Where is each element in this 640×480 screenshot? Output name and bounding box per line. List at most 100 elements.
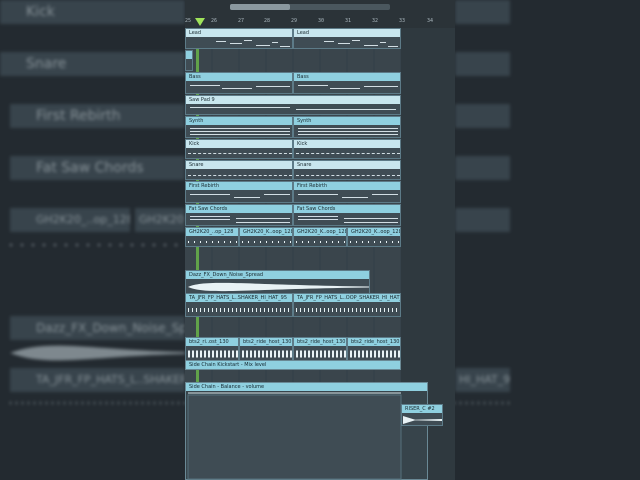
clip-label: bts2_ride_host_130 xyxy=(348,338,400,346)
bar-number: 34 xyxy=(427,18,434,24)
bar-number: 27 xyxy=(238,18,245,24)
waveform xyxy=(296,241,346,243)
bg-track-right-1 xyxy=(455,0,510,24)
clip-label: GH2K20_K..oop_128 xyxy=(348,228,400,236)
clip-label: GH2K20_..op_128 xyxy=(186,228,238,236)
clip-kick-1[interactable]: Kick xyxy=(185,139,293,159)
clip-label: GH2K20_K..oop_128 xyxy=(240,228,292,236)
clip-label: Kick xyxy=(186,140,292,148)
clip-label: Fat Saw Chords xyxy=(186,205,292,213)
bg-track-right-5 xyxy=(455,208,510,232)
clip-gh2k20-4[interactable]: GH2K20_K..oop_128 xyxy=(347,227,401,247)
clip-label: Side Chain Kickstart - Mix level xyxy=(186,361,400,369)
bar-number: 33 xyxy=(399,18,406,24)
waveform xyxy=(188,282,369,292)
playlist-panel[interactable]: 25 26 27 28 29 30 31 32 33 34 Lead Lead … xyxy=(185,0,455,480)
clip-label: Lead xyxy=(294,29,400,37)
clip-first-rebirth-2[interactable]: First Rebirth xyxy=(293,181,401,203)
waveform xyxy=(296,308,400,312)
bg-track-gh2k20-b: GH2K20_..op_128 xyxy=(135,208,185,232)
waveform xyxy=(188,350,238,358)
clip-kick-2[interactable]: Kick xyxy=(293,139,401,159)
clip-snare-2[interactable]: Snare xyxy=(293,160,401,180)
bg-track-right-4 xyxy=(455,156,510,180)
playhead-marker[interactable] xyxy=(195,18,205,26)
clip-ride-4[interactable]: bts2_ride_host_130 xyxy=(347,337,401,361)
bar-number: 29 xyxy=(291,18,298,24)
clip-label: Lead xyxy=(186,29,292,37)
clip-label: TA_JFR_FP_HATS_L..SHAKER_HI_HAT_95 xyxy=(186,294,292,302)
bar-number: 25 xyxy=(185,18,192,24)
clip-label: First Rebirth xyxy=(186,182,292,190)
waveform xyxy=(296,350,346,358)
clip-label: RISER_C #2 xyxy=(402,405,442,413)
waveform xyxy=(188,308,292,312)
bg-track-hats: TA_JFR_FP_HATS_L..SHAKER xyxy=(10,368,185,392)
bg-track-kick: Kick xyxy=(0,0,185,24)
clip-gh2k20-2[interactable]: GH2K20_K..oop_128 xyxy=(239,227,293,247)
clip-label: First Rebirth xyxy=(294,182,400,190)
timeline-ruler[interactable]: 25 26 27 28 29 30 31 32 33 34 xyxy=(185,0,455,29)
automation-clip-mix-level[interactable]: Side Chain Kickstart - Mix level xyxy=(185,360,401,370)
clip-label: TA_JFR_FP_HATS_L..OOP_SHAKER_HI_HAT_95 xyxy=(294,294,400,302)
bg-track-first-rebirth: First Rebirth xyxy=(10,104,185,128)
clip-bass-2[interactable]: Bass xyxy=(293,72,401,94)
clip-synth-2[interactable]: Synth xyxy=(293,116,401,138)
clip-lead-1[interactable]: Lead xyxy=(185,28,293,49)
clip-fat-saw-1[interactable]: Fat Saw Chords xyxy=(185,204,293,226)
waveform xyxy=(242,241,292,243)
waveform xyxy=(403,416,442,424)
automation-clip-balance[interactable]: Side Chain - Balance - volume xyxy=(185,382,428,480)
bar-number: 28 xyxy=(264,18,271,24)
clip-first-rebirth-1[interactable]: First Rebirth xyxy=(185,181,293,203)
clip-label: Dazz_FX_Down_Noise_Spread xyxy=(186,271,369,279)
clip-label: GH2K20_K..oop_128 xyxy=(294,228,346,236)
clip-hats-1[interactable]: TA_JFR_FP_HATS_L..SHAKER_HI_HAT_95 xyxy=(185,293,293,317)
bar-number: 31 xyxy=(345,18,352,24)
horizontal-scrollbar[interactable] xyxy=(230,4,390,10)
clip-lead-2[interactable]: Lead xyxy=(293,28,401,49)
bg-waveform-gh xyxy=(10,244,185,246)
bg-track-hihat: HI_HAT_95 xyxy=(455,368,510,392)
clip-bass-1[interactable]: Bass xyxy=(185,72,293,94)
bg-waveform-dazz xyxy=(10,345,185,361)
clip-hats-2[interactable]: TA_JFR_FP_HATS_L..OOP_SHAKER_HI_HAT_95 xyxy=(293,293,401,317)
bg-track-snare: Snare xyxy=(0,52,185,76)
bg-track-gh2k20-a: GH2K20_..op_128 xyxy=(10,208,130,232)
clip-label: Synth xyxy=(186,117,292,125)
clip-dazz-fx[interactable]: Dazz_FX_Down_Noise_Spread xyxy=(185,270,370,294)
clip-label: bts2_ride_host_130 xyxy=(240,338,292,346)
clip-label: Saw Pad 9 xyxy=(186,96,400,104)
clip-snare-1[interactable]: Snare xyxy=(185,160,293,180)
clip-gh2k20-3[interactable]: GH2K20_K..oop_128 xyxy=(293,227,347,247)
bg-track-right-2 xyxy=(455,52,510,76)
clip-label: Synth xyxy=(294,117,400,125)
waveform xyxy=(350,350,400,358)
clip-label: bts2_ride_host_130 xyxy=(294,338,346,346)
clip-ride-1[interactable]: bts2_ri..ost_130 xyxy=(185,337,239,361)
automation-curve xyxy=(187,392,402,480)
bg-track-fat-saw: Fat Saw Chords xyxy=(10,156,185,180)
clip-fat-saw-2[interactable]: Fat Saw Chords xyxy=(293,204,401,226)
clip-ride-3[interactable]: bts2_ride_host_130 xyxy=(293,337,347,361)
waveform xyxy=(242,350,292,358)
clip-label: Bass xyxy=(186,73,292,81)
bar-number: 30 xyxy=(318,18,325,24)
bar-number: 32 xyxy=(372,18,379,24)
clip-riser[interactable]: RISER_C #2 xyxy=(401,404,443,426)
scrollbar-thumb[interactable] xyxy=(230,4,290,10)
clip-small[interactable] xyxy=(185,50,193,71)
clip-ride-2[interactable]: bts2_ride_host_130 xyxy=(239,337,293,361)
clip-label: Snare xyxy=(294,161,400,169)
clip-label: Side Chain - Balance - volume xyxy=(186,383,427,391)
clip-gh2k20-1[interactable]: GH2K20_..op_128 xyxy=(185,227,239,247)
clip-synth-1[interactable]: Synth xyxy=(185,116,293,138)
bg-track-dazz: Dazz_FX_Down_Noise_Sp xyxy=(10,316,185,340)
clip-label: bts2_ri..ost_130 xyxy=(186,338,238,346)
waveform xyxy=(350,241,400,243)
screen: Kick Snare First Rebirth Fat Saw Chords … xyxy=(0,0,640,480)
clip-saw-pad[interactable]: Saw Pad 9 xyxy=(185,95,401,115)
clip-label: Snare xyxy=(186,161,292,169)
clip-label: Bass xyxy=(294,73,400,81)
waveform xyxy=(188,241,238,243)
